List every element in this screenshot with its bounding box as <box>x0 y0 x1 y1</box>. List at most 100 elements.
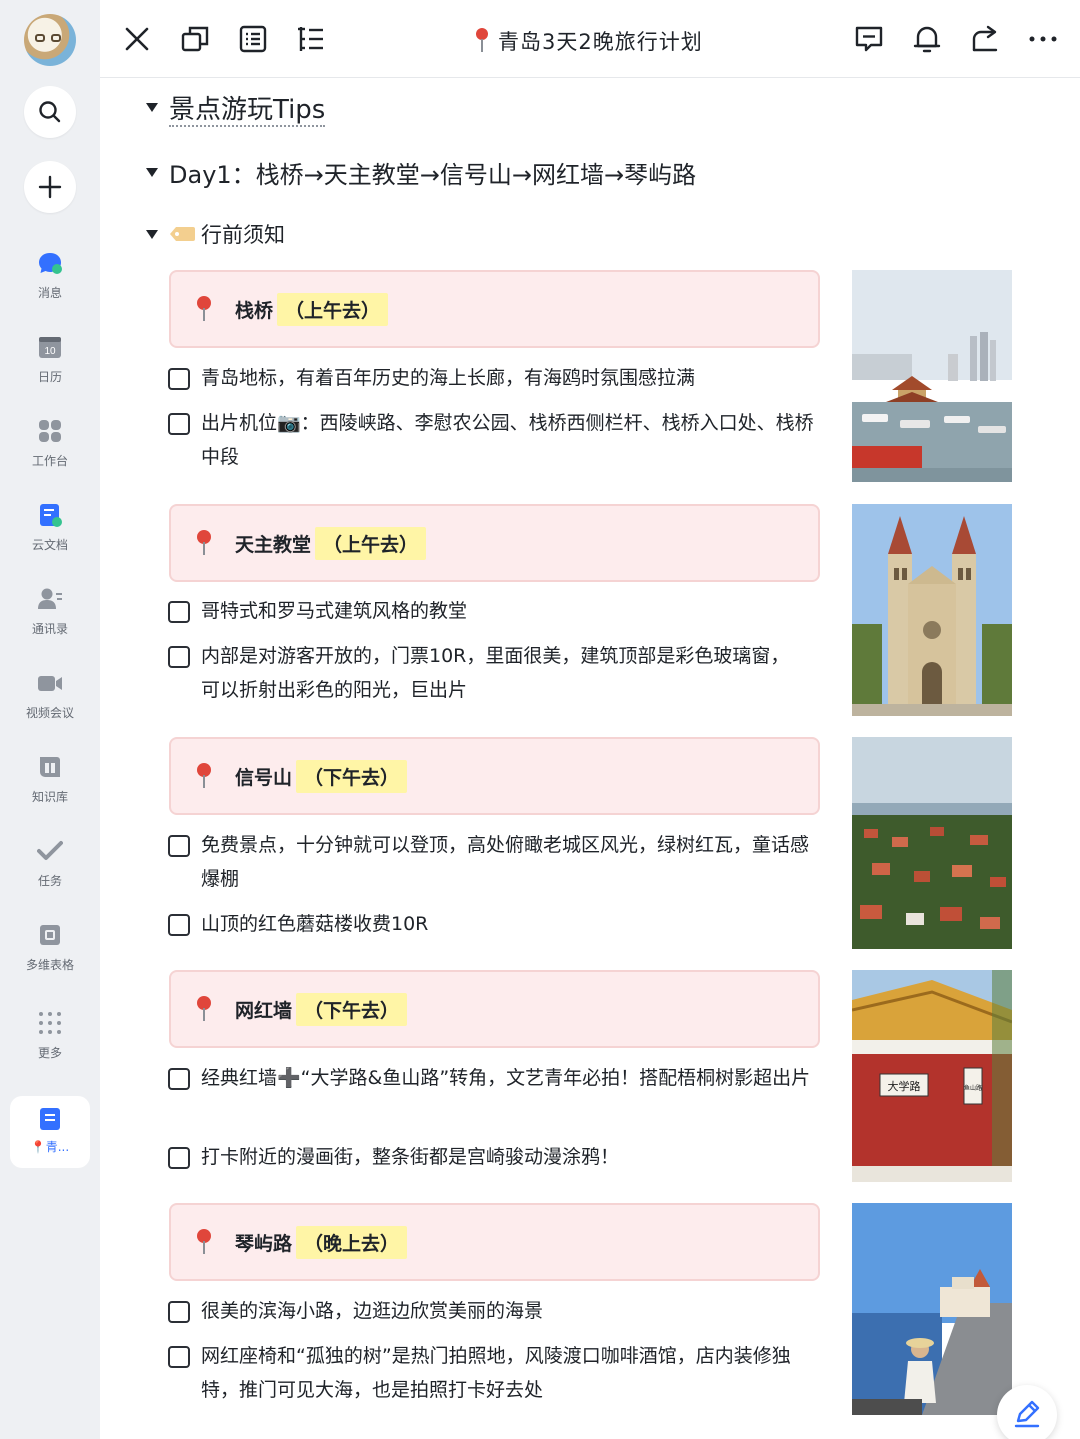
spot-name: 信号山 <box>235 766 293 789</box>
todo-text: 出片机位📷：西陵峡路、李慰农公园、栈桥西侧栏杆、栈桥入口处、栈桥中段 <box>201 412 814 468</box>
spot-time: （下午去） <box>296 992 408 1026</box>
sidebar-item-cloud-docs[interactable]: 云文档 <box>0 496 100 566</box>
heading-1-text: 景点游玩Tips <box>169 95 326 127</box>
todo-item: 山顶的红色蘑菇楼收费10R <box>168 907 828 941</box>
sidebar-item-label: 多维表格 <box>25 958 74 972</box>
sidebar-item-label: 📍青... <box>30 1140 70 1154</box>
todo-item: 打卡附近的漫画街，整条街都是宫崎骏动漫涂鸦！ <box>168 1140 828 1174</box>
sidebar-item-tasks[interactable]: 任务 <box>0 832 100 902</box>
spot-time: （下午去） <box>296 759 408 793</box>
photo-signal-hill-view[interactable] <box>852 737 1012 949</box>
pencil-icon <box>1014 1400 1040 1428</box>
tag-label-icon <box>170 227 195 241</box>
bell-icon[interactable] <box>912 24 942 54</box>
close-icon[interactable] <box>122 24 152 54</box>
todo-item: 经典红墙➕“大学路&鱼山路”转角，文艺青年必拍！搭配梧桐树影超出片 <box>168 1061 828 1095</box>
heading-3[interactable]: 行前须知 <box>146 219 285 249</box>
outline-list-icon[interactable] <box>238 24 268 54</box>
collapse-caret-icon[interactable] <box>146 229 158 239</box>
comment-icon[interactable] <box>854 24 884 54</box>
more-dots-grid-icon <box>39 1012 61 1034</box>
sidebar-item-more[interactable]: 更多 <box>0 1004 100 1074</box>
todo-checkbox[interactable] <box>168 646 190 668</box>
search-button[interactable] <box>24 86 76 138</box>
sidebar-item-bitable[interactable]: 多维表格 <box>0 916 100 986</box>
table-of-contents-icon[interactable] <box>296 24 326 54</box>
collapse-caret-icon[interactable] <box>146 168 158 177</box>
todo-checkbox[interactable] <box>168 835 190 857</box>
sidebar-item-label: 云文档 <box>31 538 68 552</box>
document-body: 景点游玩Tips Day1：栈桥→天主教堂→信号山→网红墙→琴屿路 行前须知 栈… <box>100 79 1080 1439</box>
todo-text: 经典红墙➕“大学路&鱼山路”转角，文艺青年必拍！搭配梧桐树影超出片 <box>201 1067 811 1089</box>
photo-zhanqiao-pier[interactable] <box>852 270 1012 482</box>
heading-2-text: Day1：栈桥→天主教堂→信号山→网红墙→琴屿路 <box>169 161 697 189</box>
collapse-caret-icon[interactable] <box>146 103 158 112</box>
add-button[interactable] <box>24 161 76 213</box>
spot-callout-qinyu-road[interactable]: 琴屿路 （晚上去） <box>169 1203 820 1281</box>
todo-item: 内部是对游客开放的，门票10R，里面很美，建筑顶部是彩色玻璃窗，可以折射出彩色的… <box>168 639 798 707</box>
photo-qinyu-road[interactable] <box>852 1203 1012 1415</box>
todo-text: 青岛地标，有着百年历史的海上长廊，有海鸥时氛围感拉满 <box>201 367 696 389</box>
todo-item: 免费景点，十分钟就可以登顶，高处俯瞰老城区风光，绿树红瓦，童话感爆棚 <box>168 828 818 896</box>
todo-text: 免费景点，十分钟就可以登顶，高处俯瞰老城区风光，绿树红瓦，童话感爆棚 <box>201 834 810 890</box>
heading-2[interactable]: Day1：栈桥→天主教堂→信号山→网红墙→琴屿路 <box>146 155 696 190</box>
todo-checkbox[interactable] <box>168 601 190 623</box>
sidebar-item-label: 日历 <box>37 370 62 384</box>
todo-checkbox[interactable] <box>168 914 190 936</box>
spot-callout-signal-hill[interactable]: 信号山 （下午去） <box>169 737 820 815</box>
sidebar-item-label: 视频会议 <box>25 706 74 720</box>
todo-checkbox[interactable] <box>168 368 190 390</box>
edit-button[interactable] <box>997 1385 1057 1439</box>
pin-icon <box>195 763 213 789</box>
todo-text: 网红座椅和“孤独的树”是热门拍照地，风陵渡口咖啡酒馆，店内装修独特，推门可见大海… <box>201 1345 791 1401</box>
checkmark-icon <box>37 841 63 860</box>
grid-apps-icon <box>39 420 61 442</box>
sidebar-active-doc[interactable]: 📍青... <box>10 1096 90 1168</box>
todo-text: 打卡附近的漫画街，整条街都是宫崎骏动漫涂鸦！ <box>201 1146 620 1168</box>
plus-icon <box>38 175 62 199</box>
todo-checkbox[interactable] <box>168 413 190 435</box>
pin-icon <box>195 1229 213 1255</box>
sidebar-item-workbench[interactable]: 工作台 <box>0 412 100 482</box>
spot-name: 天主教堂 <box>235 533 312 556</box>
table-icon <box>40 925 60 945</box>
search-icon <box>39 101 61 123</box>
spot-name: 栈桥 <box>235 299 274 322</box>
heading-3-text: 行前须知 <box>201 223 285 247</box>
sidebar-item-calendar[interactable]: 10 日历 <box>0 328 100 398</box>
sidebar-item-label: 通讯录 <box>31 622 68 636</box>
todo-checkbox[interactable] <box>168 1346 190 1368</box>
sidebar: 消息 10 日历 工作台 云文档 通讯录 视频会议 知识库 任务 多维表格 更多… <box>0 0 100 1439</box>
pin-icon <box>195 530 213 556</box>
todo-text: 很美的滨海小路，边逛边欣赏美丽的海景 <box>201 1300 544 1322</box>
spot-callout-catholic-church[interactable]: 天主教堂 （上午去） <box>169 504 820 582</box>
share-icon[interactable] <box>970 24 1000 54</box>
new-window-icon[interactable] <box>180 24 210 54</box>
todo-checkbox[interactable] <box>168 1068 190 1090</box>
sidebar-item-label: 知识库 <box>31 790 68 804</box>
todo-text: 哥特式和罗马式建筑风格的教堂 <box>201 600 468 622</box>
avatar[interactable] <box>24 14 76 66</box>
top-bar: 青岛3天2晚旅行计划 <box>100 0 1080 78</box>
todo-item: 很美的滨海小路，边逛边欣赏美丽的海景 <box>168 1294 828 1328</box>
todo-text: 山顶的红色蘑菇楼收费10R <box>201 913 429 935</box>
photo-catholic-church[interactable] <box>852 504 1012 716</box>
wall-sign-small-text: 鱼山路 <box>964 1084 982 1092</box>
sidebar-item-messages[interactable]: 消息 <box>0 244 100 314</box>
spot-callout-zhanqiao[interactable]: 栈桥 （上午去） <box>169 270 820 348</box>
document-icon <box>40 1108 60 1130</box>
sidebar-item-video-meeting[interactable]: 视频会议 <box>0 664 100 734</box>
more-horizontal-icon[interactable] <box>1028 24 1058 54</box>
avatar-eye-icon <box>35 34 45 42</box>
todo-item: 网红座椅和“孤独的树”是热门拍照地，风陵渡口咖啡酒馆，店内装修独特，推门可见大海… <box>168 1339 818 1407</box>
pin-icon <box>195 996 213 1022</box>
spot-name: 琴屿路 <box>235 1232 293 1255</box>
heading-1[interactable]: 景点游玩Tips <box>146 89 326 127</box>
sidebar-item-contacts[interactable]: 通讯录 <box>0 580 100 650</box>
todo-checkbox[interactable] <box>168 1301 190 1323</box>
sidebar-item-knowledge-base[interactable]: 知识库 <box>0 748 100 818</box>
spot-callout-red-wall[interactable]: 网红墙 （下午去） <box>169 970 820 1048</box>
photo-red-wall[interactable]: 大学路 鱼山路 <box>852 970 1012 1182</box>
todo-checkbox[interactable] <box>168 1147 190 1169</box>
document-icon <box>40 504 62 527</box>
